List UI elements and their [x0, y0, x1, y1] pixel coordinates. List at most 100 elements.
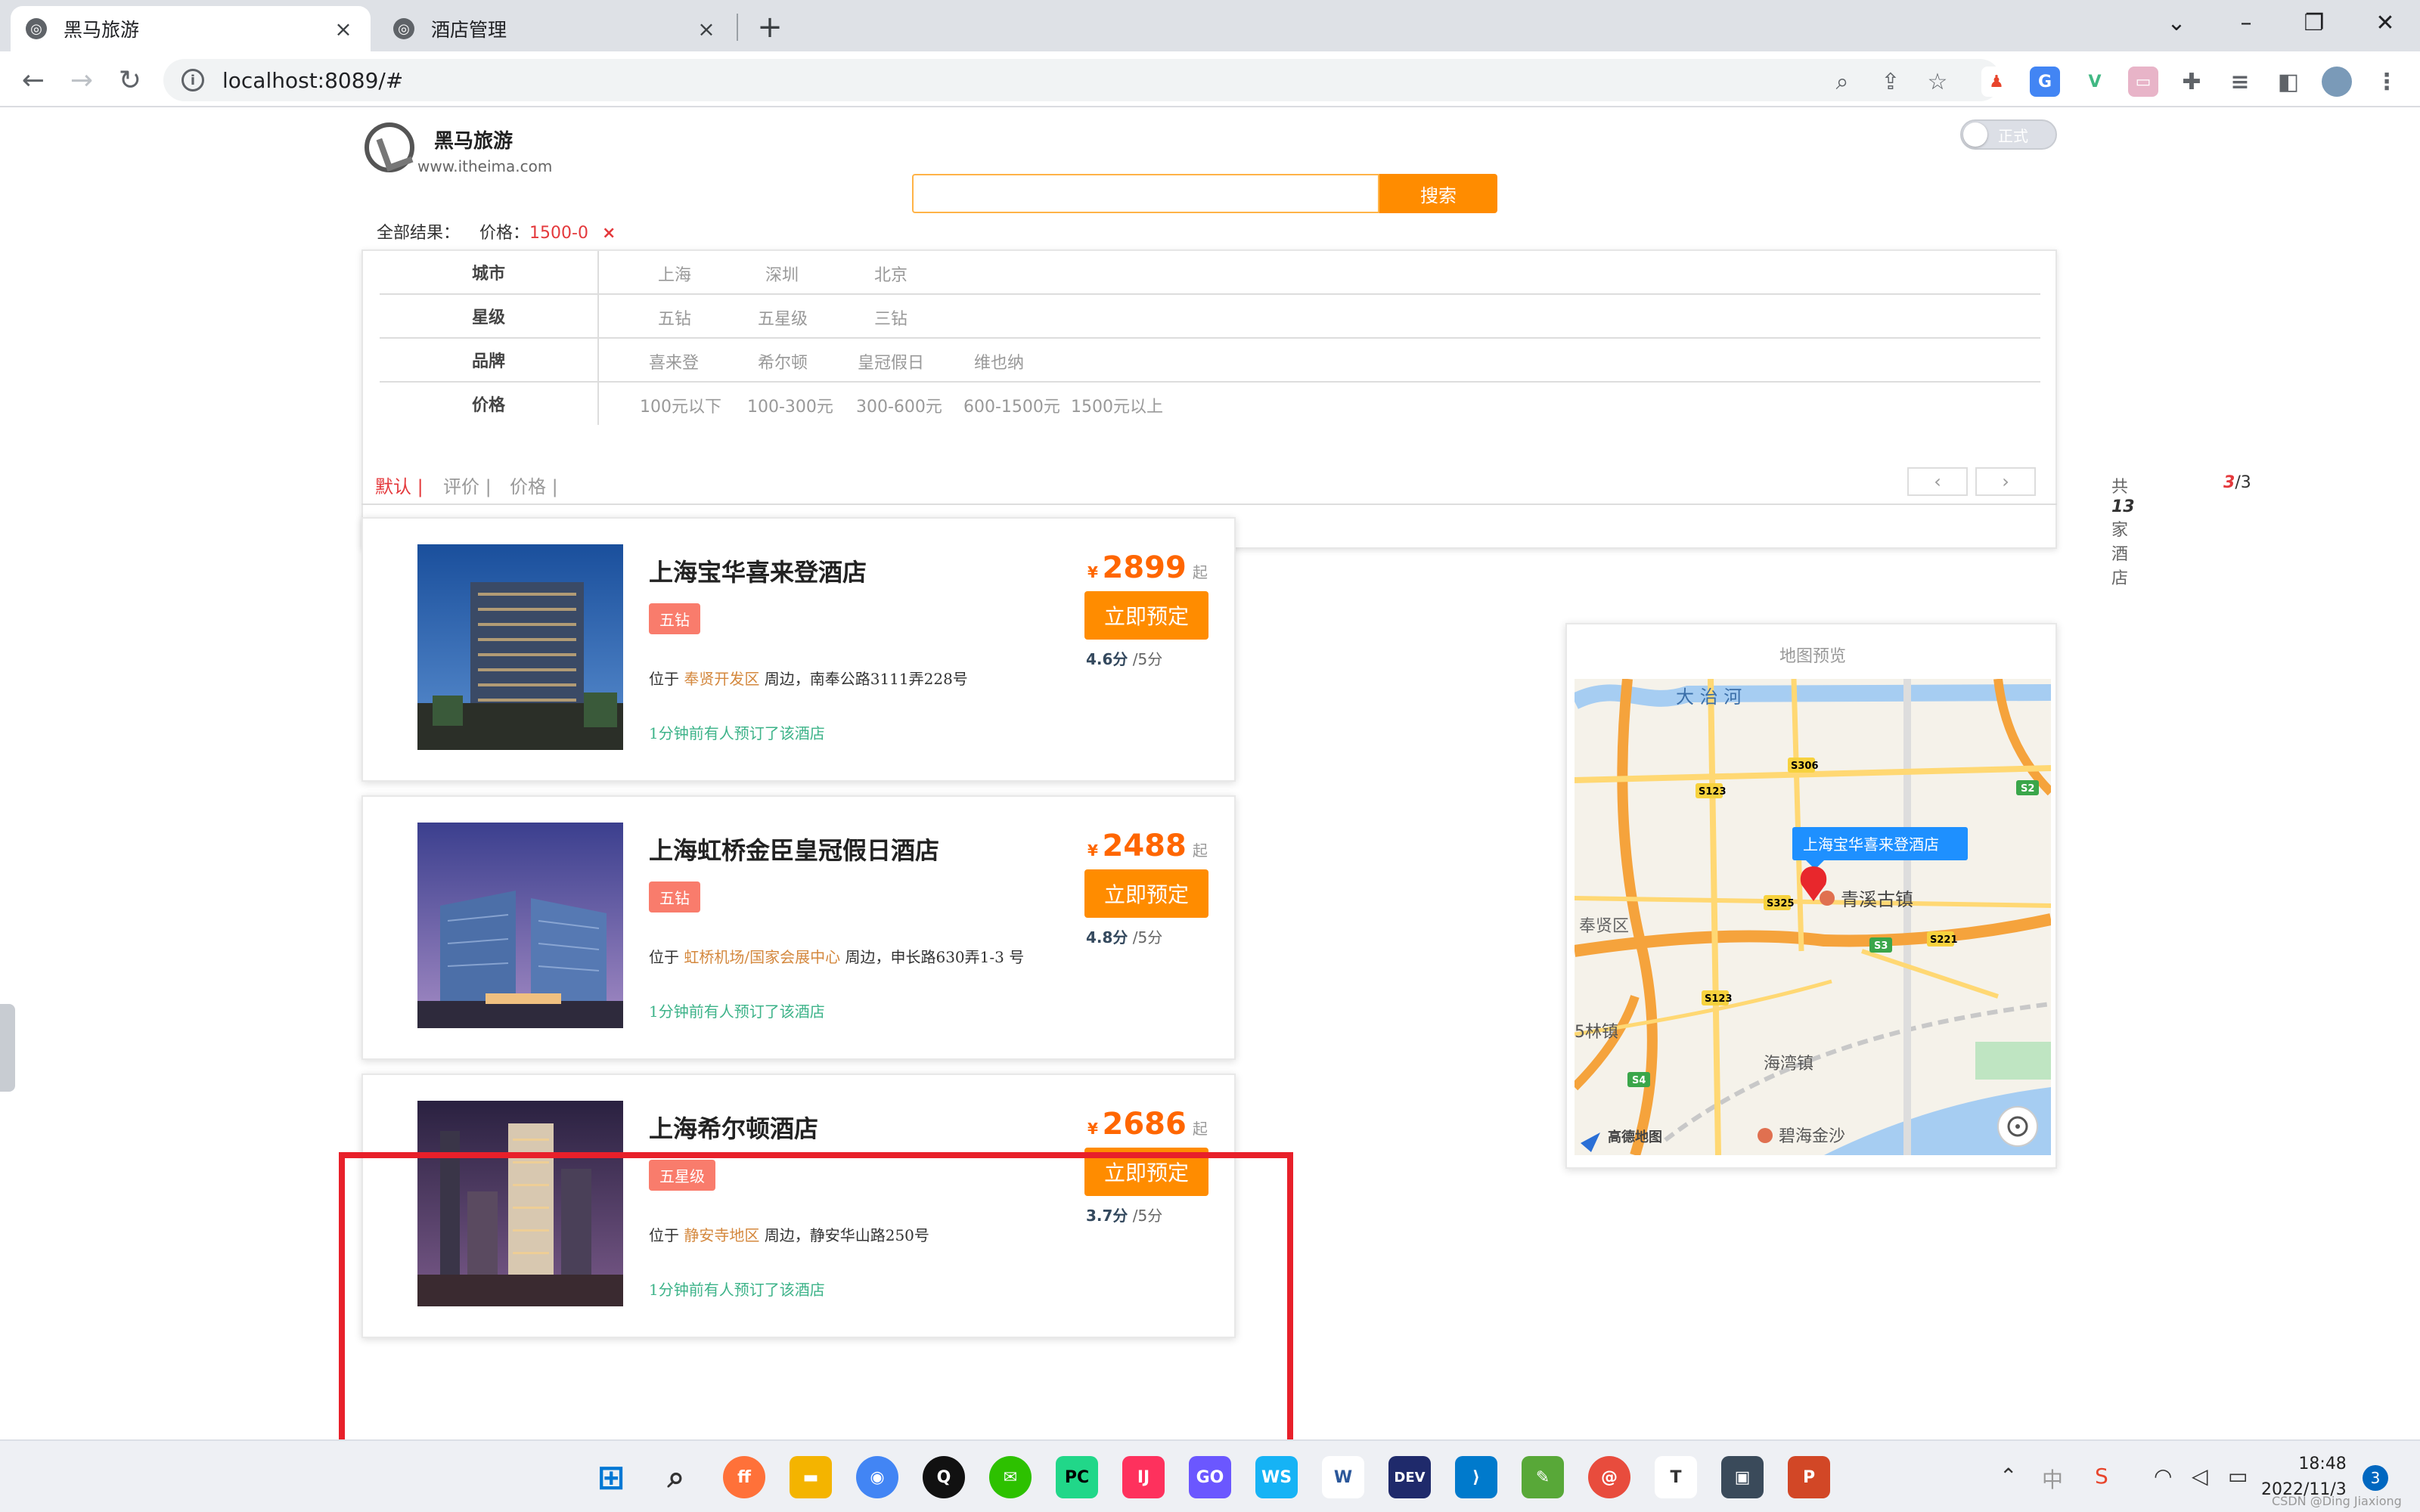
intellij-icon[interactable]: IJ: [1122, 1456, 1165, 1498]
browser-toolbar: ← → ↻ i localhost:8089/# ⌕ ⇪ ☆ ♟ G V ▭ ✚…: [0, 51, 2420, 107]
reading-list-icon[interactable]: ≡: [2225, 67, 2255, 97]
filter-option[interactable]: 五星级: [758, 305, 808, 330]
sort-price[interactable]: 价格 |: [510, 472, 558, 498]
hotel-card: 上海虹桥金臣皇冠假日酒店 五钻 位于 虹桥机场/国家会展中心 周边，申长路630…: [361, 795, 1236, 1060]
reload-icon[interactable]: ↻: [112, 62, 148, 98]
back-icon[interactable]: ←: [15, 62, 51, 98]
sort-rating[interactable]: 评价 |: [443, 472, 492, 498]
map-popup-label: 上海宝华喜来登酒店: [1803, 835, 1939, 854]
volume-icon[interactable]: ◁: [2192, 1464, 2208, 1489]
business-area[interactable]: 奉贤开发区: [684, 670, 759, 688]
search-icon[interactable]: ⌕: [655, 1456, 697, 1498]
address-bar[interactable]: i localhost:8089/# ⌕ ⇪ ☆: [163, 59, 2001, 101]
avatar[interactable]: [2322, 67, 2352, 97]
forward-icon[interactable]: →: [64, 62, 100, 98]
road-label: S2: [2021, 783, 2034, 795]
extension-icon[interactable]: ▭: [2128, 67, 2158, 97]
vue-devtools-icon[interactable]: V: [2080, 67, 2110, 97]
webstorm-icon[interactable]: WS: [1255, 1456, 1298, 1498]
filter-option[interactable]: 北京: [874, 262, 908, 286]
filter-option[interactable]: 皇冠假日: [858, 349, 924, 373]
remove-filter-icon[interactable]: ×: [602, 224, 616, 243]
remote-desktop-icon[interactable]: ▣: [1721, 1456, 1764, 1498]
url-text: localhost:8089/#: [222, 67, 404, 93]
chrome-icon[interactable]: ◉: [856, 1456, 898, 1498]
bookmark-star-icon[interactable]: ☆: [1922, 67, 1953, 97]
notification-badge[interactable]: 3: [2363, 1465, 2388, 1491]
filter-option[interactable]: 上海: [658, 262, 691, 286]
filter-label: 城市: [380, 251, 599, 293]
app-tray-icon[interactable]: S: [2095, 1464, 2108, 1489]
app-icon[interactable]: @: [1588, 1456, 1630, 1498]
site-logo[interactable]: [365, 122, 414, 172]
filter-option[interactable]: 维也纳: [974, 349, 1024, 373]
site-info-icon[interactable]: i: [182, 69, 204, 91]
filter-option[interactable]: 三钻: [874, 305, 908, 330]
minimize-button[interactable]: –: [2223, 3, 2269, 42]
close-window-button[interactable]: ✕: [2363, 3, 2408, 42]
close-icon[interactable]: ×: [331, 17, 355, 42]
translate-icon[interactable]: G: [2030, 67, 2060, 97]
wechat-icon[interactable]: ✉: [989, 1456, 1032, 1498]
price-suffix: 起: [1192, 1120, 1208, 1138]
hotel-name[interactable]: 上海宝华喜来登酒店: [649, 553, 867, 588]
search-button[interactable]: 搜索: [1379, 174, 1497, 213]
filter-option[interactable]: 喜来登: [649, 349, 699, 373]
filter-label: 价格: [380, 383, 599, 425]
typora-icon[interactable]: T: [1655, 1456, 1697, 1498]
tab-search-icon[interactable]: ⌄: [2154, 3, 2199, 42]
tab-separator: [737, 14, 738, 41]
ime-icon[interactable]: 中: [2042, 1464, 2063, 1494]
windows-start-icon[interactable]: ⊞: [590, 1456, 632, 1498]
hotel-photo[interactable]: [417, 544, 623, 750]
share-icon[interactable]: ⇪: [1876, 67, 1906, 97]
extension-icon[interactable]: ♟: [1981, 67, 2012, 97]
search-input[interactable]: [912, 174, 1379, 213]
filter-option[interactable]: 100-300元: [747, 393, 833, 417]
vscode-icon[interactable]: ⟩: [1455, 1456, 1497, 1498]
tab-hotel-admin[interactable]: ◎ 酒店管理 ×: [378, 6, 734, 51]
highlight-box: [339, 1152, 1293, 1473]
word-icon[interactable]: W: [1322, 1456, 1364, 1498]
filter-option[interactable]: 100元以下: [640, 393, 721, 417]
qq-icon[interactable]: Q: [923, 1456, 965, 1498]
filter-option[interactable]: 深圳: [765, 262, 799, 286]
hotel-name[interactable]: 上海虹桥金臣皇冠假日酒店: [649, 832, 939, 866]
new-tab-button[interactable]: +: [752, 9, 788, 45]
env-toggle[interactable]: 正式: [1960, 119, 2057, 150]
filter-option[interactable]: 希尔顿: [758, 349, 808, 373]
pycharm-icon[interactable]: PC: [1056, 1456, 1098, 1498]
battery-icon[interactable]: ▭: [2228, 1464, 2248, 1489]
next-page-button[interactable]: ›: [1975, 467, 2036, 496]
side-panel-icon[interactable]: ◧: [2273, 67, 2304, 97]
map-view[interactable]: S306 S123 S2 S325 S3 S221 S123 S4 大 治 河 …: [1575, 679, 2051, 1155]
firefox-icon[interactable]: ff: [723, 1456, 765, 1498]
side-drawer-handle[interactable]: [0, 1004, 15, 1092]
close-icon[interactable]: ×: [694, 17, 718, 42]
road-label: S3: [1874, 940, 1888, 952]
goland-icon[interactable]: GO: [1189, 1456, 1231, 1498]
extensions-puzzle-icon[interactable]: ✚: [2176, 67, 2207, 97]
book-now-button[interactable]: 立即预定: [1084, 869, 1208, 918]
menu-kebab-icon[interactable]: ⋮: [2372, 67, 2402, 97]
filter-option[interactable]: 1500元以上: [1071, 393, 1163, 417]
page-content: 黑马旅游 www.itheima.com 正式 搜索 全部结果： 价格：1500…: [0, 107, 2420, 1473]
filter-option[interactable]: 五钻: [658, 305, 691, 330]
file-explorer-icon[interactable]: ▬: [790, 1456, 832, 1498]
book-now-button[interactable]: 立即预定: [1084, 591, 1208, 640]
filter-option[interactable]: 300-600元: [856, 393, 942, 417]
hotel-name[interactable]: 上海希尔顿酒店: [649, 1110, 818, 1145]
chevron-up-icon[interactable]: ⌃: [2000, 1464, 2017, 1489]
tab-heima-travel[interactable]: ◎ 黑马旅游 ×: [11, 6, 371, 51]
zoom-icon[interactable]: ⌕: [1827, 67, 1857, 97]
devecostudio-icon[interactable]: DEV: [1388, 1456, 1431, 1498]
sort-default[interactable]: 默认 |: [375, 472, 424, 498]
restore-button[interactable]: ❐: [2291, 3, 2337, 42]
wifi-icon[interactable]: ◠: [2154, 1464, 2172, 1489]
filter-option[interactable]: 600-1500元: [963, 393, 1060, 417]
prev-page-button[interactable]: ‹: [1907, 467, 1968, 496]
powerpoint-icon[interactable]: P: [1788, 1456, 1830, 1498]
hotel-photo[interactable]: [417, 823, 623, 1028]
app-icon[interactable]: ✎: [1522, 1456, 1564, 1498]
business-area[interactable]: 虹桥机场/国家会展中心: [684, 948, 840, 966]
